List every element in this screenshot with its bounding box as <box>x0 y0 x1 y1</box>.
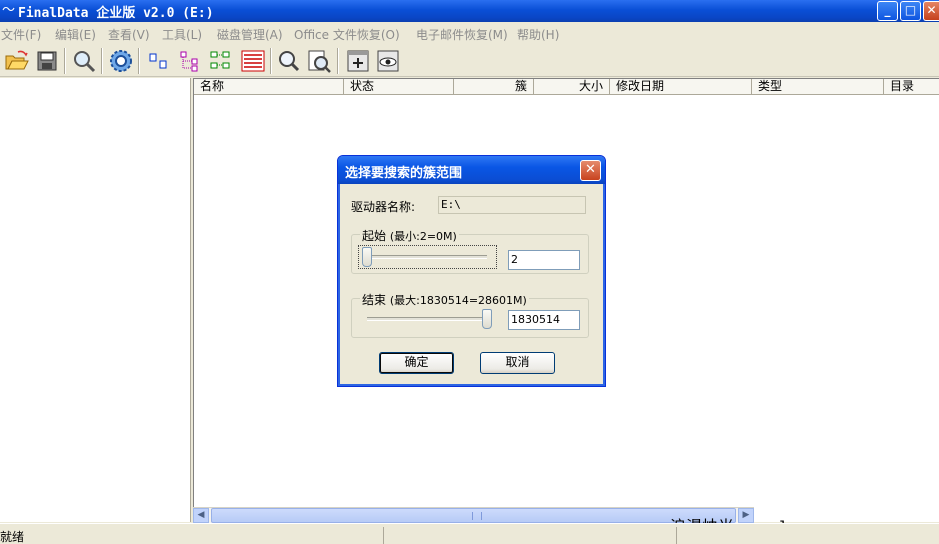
end-cluster-input[interactable]: 1830514 <box>508 310 580 330</box>
start-slider-thumb[interactable] <box>362 247 372 267</box>
scroll-left-button[interactable]: ◀ <box>193 508 209 523</box>
toolbar-separator <box>138 48 140 74</box>
toolbar <box>0 44 939 77</box>
zoom-find-icon[interactable] <box>276 48 302 74</box>
close-button[interactable]: ✕ <box>923 1 939 21</box>
view-eye-icon[interactable] <box>375 48 401 74</box>
menu-help[interactable]: 帮助(H) <box>517 26 559 43</box>
dialog-close-button[interactable]: ✕ <box>580 160 601 181</box>
start-hint: (最小:2=0M) <box>389 230 457 243</box>
menu-bar: 文件(F) 编辑(E) 查看(V) 工具(L) 磁盘管理(A) Office 文… <box>0 22 939 44</box>
column-header-cluster[interactable]: 簇 <box>454 79 534 95</box>
cancel-button[interactable]: 取消 <box>480 352 555 374</box>
scroll-grip-icon <box>472 512 482 520</box>
menu-file[interactable]: 文件(F) <box>1 26 41 43</box>
dialog-body: 驱动器名称: E:\ 起始 (最小:2=0M) 2 结束 (最大:1830514… <box>341 184 603 384</box>
tree-view-icon[interactable] <box>178 48 204 74</box>
settings-gear-icon[interactable] <box>108 48 134 74</box>
report-list-icon[interactable] <box>240 48 266 74</box>
menu-disk-management[interactable]: 磁盘管理(A) <box>217 26 283 43</box>
end-legend-text: 结束 <box>362 293 387 307</box>
status-pane-divider <box>383 527 384 544</box>
end-slider-thumb[interactable] <box>482 309 492 329</box>
start-legend-text: 起始 <box>362 229 387 243</box>
details-view-icon[interactable] <box>208 48 234 74</box>
menu-office-recovery[interactable]: Office 文件恢复(O) <box>294 26 400 43</box>
end-hint: (最大:1830514=28601M) <box>389 294 527 307</box>
column-header-size[interactable]: 大小 <box>534 79 610 95</box>
dialog-title: 选择要搜索的簇范围 <box>345 166 463 181</box>
start-groupbox: 起始 (最小:2=0M) 2 <box>351 227 589 274</box>
save-disk-icon[interactable] <box>34 48 60 74</box>
open-folder-icon[interactable] <box>4 48 30 74</box>
start-cluster-input[interactable]: 2 <box>508 250 580 270</box>
end-slider[interactable] <box>362 309 492 329</box>
column-header-modified-date[interactable]: 修改日期 <box>610 79 752 95</box>
file-list-header: 名称 状态 簇 大小 修改日期 类型 目录 <box>194 79 939 95</box>
menu-tools[interactable]: 工具(L) <box>162 26 202 43</box>
minimize-button[interactable]: _ <box>877 1 898 21</box>
toolbar-separator <box>337 48 339 74</box>
folder-tree-panel[interactable] <box>0 78 191 522</box>
toolbar-separator <box>64 48 66 74</box>
drive-name-field: E:\ <box>438 196 586 214</box>
end-legend: 结束 (最大:1830514=28601M) <box>360 291 529 308</box>
column-header-status[interactable]: 状态 <box>344 79 454 95</box>
status-pane-divider <box>676 527 677 544</box>
end-slider-track <box>367 317 487 321</box>
scroll-thumb[interactable] <box>211 508 736 523</box>
drive-name-label: 驱动器名称: <box>351 200 416 214</box>
menu-edit[interactable]: 编辑(E) <box>55 26 96 43</box>
add-window-icon[interactable] <box>345 48 371 74</box>
end-groupbox: 结束 (最大:1830514=28601M) 1830514 <box>351 291 589 338</box>
column-header-type[interactable]: 类型 <box>752 79 884 95</box>
start-legend: 起始 (最小:2=0M) <box>360 227 459 244</box>
start-slider[interactable] <box>362 247 492 267</box>
cluster-range-dialog: 选择要搜索的簇范围 ✕ 驱动器名称: E:\ 起始 (最小:2=0M) 2 结束… <box>337 155 606 387</box>
file-preview-icon[interactable] <box>306 48 332 74</box>
ok-button[interactable]: 确定 <box>379 352 454 374</box>
finaldata-app-icon[interactable]: 〜 <box>2 3 18 19</box>
list-small-icon[interactable] <box>146 48 172 74</box>
maximize-button[interactable]: □ <box>900 1 921 21</box>
status-bar: 就绪 <box>0 523 939 544</box>
start-slider-track <box>367 255 487 259</box>
search-magnifier-icon[interactable] <box>71 48 97 74</box>
menu-view[interactable]: 查看(V) <box>108 26 150 43</box>
toolbar-separator <box>101 48 103 74</box>
status-text: 就绪 <box>0 530 25 544</box>
menu-email-recovery[interactable]: 电子邮件恢复(M) <box>416 26 508 43</box>
title-bar[interactable]: 〜 FinalData 企业版 v2.0 (E:) _ □ ✕ <box>0 0 939 22</box>
column-header-directory[interactable]: 目录 <box>884 79 939 95</box>
dialog-title-bar[interactable]: 选择要搜索的簇范围 ✕ <box>338 156 605 184</box>
column-header-name[interactable]: 名称 <box>194 79 344 95</box>
window-title: FinalData 企业版 v2.0 (E:) <box>18 6 214 21</box>
toolbar-separator <box>270 48 272 74</box>
